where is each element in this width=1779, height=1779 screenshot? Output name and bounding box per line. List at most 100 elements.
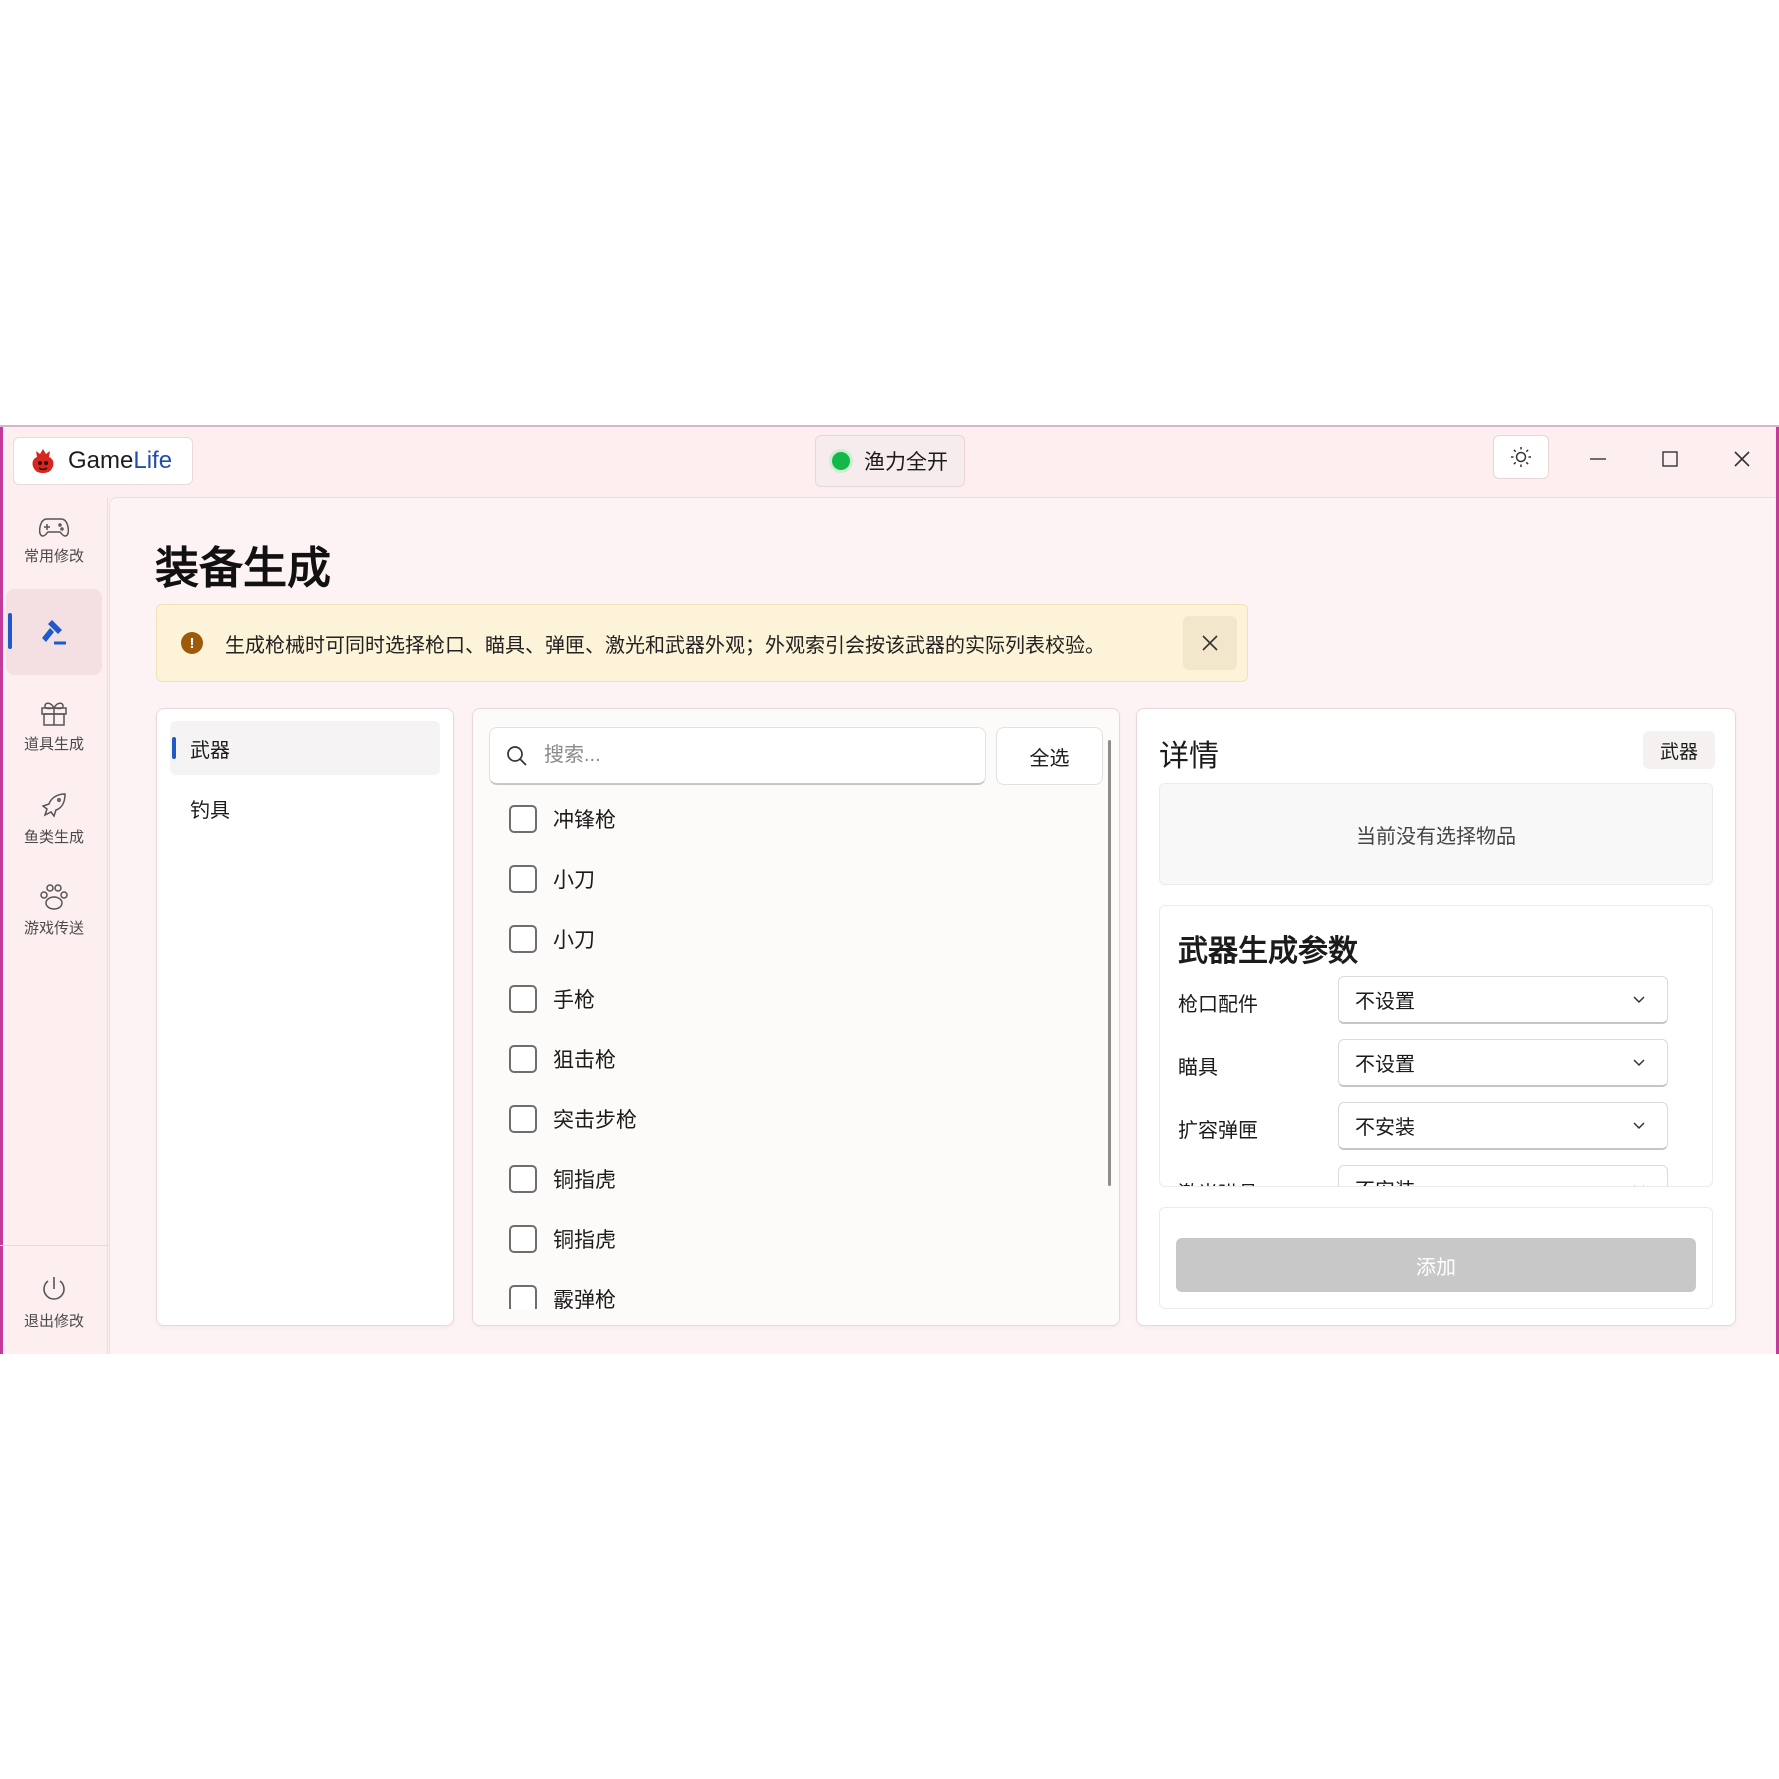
checkbox[interactable] xyxy=(509,1165,537,1193)
category-tag: 武器 xyxy=(1643,731,1715,769)
search-icon xyxy=(507,745,527,766)
status-label: 渔力全开 xyxy=(864,451,948,474)
weapon-params: 武器生成参数 枪口配件 不设置 瞄具 不设置 扩容弹匣 不安装 xyxy=(1159,905,1713,1187)
status-indicator[interactable]: 渔力全开 xyxy=(815,435,965,487)
item-label: 小刀 xyxy=(553,929,595,952)
power-icon xyxy=(43,1276,65,1300)
add-button[interactable]: 添加 xyxy=(1176,1238,1696,1292)
nav-rail: 常用修改 道具生成 鱼类生成 游戏传送 退出修改 xyxy=(0,497,108,1354)
item-list: 冲锋枪 小刀 小刀 手枪 狙击枪 突击步枪 铜指虎 铜指虎 霰弹枪 xyxy=(473,799,1113,1309)
nav-label: 鱼类生成 xyxy=(23,828,84,846)
list-scrollbar[interactable] xyxy=(1108,740,1111,1186)
alert-close-button[interactable] xyxy=(1183,616,1237,670)
magazine-select[interactable]: 不安装 xyxy=(1338,1102,1668,1150)
app-logo-icon xyxy=(32,449,54,473)
item-list-panel: 全选 冲锋枪 小刀 小刀 手枪 狙击枪 突击步枪 铜指虎 铜指虎 霰弹枪 xyxy=(472,708,1120,1326)
select-value: 不安装 xyxy=(1355,1174,1415,1186)
param-label: 扩容弹匣 xyxy=(1178,1120,1258,1142)
close-window-button[interactable] xyxy=(1714,439,1770,479)
gift-icon xyxy=(41,702,67,726)
checkbox[interactable] xyxy=(509,985,537,1013)
sun-icon xyxy=(1511,447,1531,467)
param-label: 瞄具 xyxy=(1178,1057,1218,1079)
main-content: 装备生成 ! 生成枪械时可同时选择枪口、瞄具、弹匣、激光和武器外观；外观索引会按… xyxy=(109,497,1779,1354)
param-label: 激光瞄具 xyxy=(1178,1177,1258,1186)
list-item[interactable]: 小刀 xyxy=(509,859,595,899)
checkbox[interactable] xyxy=(509,1105,537,1133)
exit-mod-button[interactable]: 退出修改 xyxy=(6,1259,102,1345)
item-label: 铜指虎 xyxy=(553,1229,616,1252)
gamepad-icon xyxy=(39,517,69,537)
item-label: 突击步枪 xyxy=(553,1109,637,1132)
param-row: 枪口配件 不设置 xyxy=(1178,976,1678,1026)
select-value: 不设置 xyxy=(1355,991,1415,1013)
item-label: 手枪 xyxy=(553,989,595,1012)
status-dot-icon xyxy=(832,452,850,470)
nav-item-teleport[interactable]: 游戏传送 xyxy=(6,867,102,953)
maximize-icon xyxy=(1662,451,1678,467)
category-fishing-gear[interactable]: 钓具 xyxy=(170,781,440,835)
detail-title: 详情 xyxy=(1159,740,1219,773)
list-item[interactable]: 手枪 xyxy=(509,979,595,1019)
chevron-down-icon xyxy=(1633,996,1645,1004)
param-row: 瞄具 不设置 xyxy=(1178,1039,1678,1089)
item-label: 铜指虎 xyxy=(553,1169,616,1192)
empty-selection: 当前没有选择物品 xyxy=(1159,783,1713,885)
select-all-button[interactable]: 全选 xyxy=(996,727,1103,785)
list-item[interactable]: 铜指虎 xyxy=(509,1159,616,1199)
nav-item-common[interactable]: 常用修改 xyxy=(6,497,102,583)
exit-label: 退出修改 xyxy=(23,1312,84,1330)
close-icon xyxy=(1202,635,1218,651)
detail-panel: 详情 武器 当前没有选择物品 武器生成参数 枪口配件 不设置 瞄具 不设置 扩容… xyxy=(1136,708,1736,1326)
chevron-down-icon xyxy=(1633,1122,1645,1130)
search-box[interactable] xyxy=(489,727,986,785)
alert-message: 生成枪械时可同时选择枪口、瞄具、弹匣、激光和武器外观；外观索引会按该武器的实际列… xyxy=(225,634,1105,657)
checkbox[interactable] xyxy=(509,925,537,953)
minimize-button[interactable] xyxy=(1570,439,1626,479)
warning-icon: ! xyxy=(181,632,203,654)
param-row: 扩容弹匣 不安装 xyxy=(1178,1102,1678,1152)
checkbox[interactable] xyxy=(509,805,537,833)
app-logo-badge: GameLife xyxy=(13,437,193,485)
nav-divider xyxy=(0,1245,108,1246)
chevron-down-icon xyxy=(1634,1185,1644,1186)
list-item[interactable]: 小刀 xyxy=(509,919,595,959)
maximize-button[interactable] xyxy=(1642,439,1698,479)
checkbox[interactable] xyxy=(509,865,537,893)
theme-toggle-button[interactable] xyxy=(1493,435,1549,479)
category-panel: 武器 钓具 xyxy=(156,708,454,1326)
minimize-icon xyxy=(1590,458,1606,460)
checkbox[interactable] xyxy=(509,1045,537,1073)
nav-label: 常用修改 xyxy=(23,547,84,565)
nav-item-items[interactable]: 道具生成 xyxy=(6,683,102,769)
checkbox[interactable] xyxy=(509,1285,537,1309)
close-icon xyxy=(1734,451,1750,467)
search-input[interactable] xyxy=(542,743,946,768)
app-name: GameLife xyxy=(68,447,173,474)
muzzle-select[interactable]: 不设置 xyxy=(1338,976,1668,1024)
select-value: 不设置 xyxy=(1355,1054,1415,1076)
category-weapons[interactable]: 武器 xyxy=(170,721,440,775)
nav-item-fish[interactable]: 鱼类生成 xyxy=(6,775,102,861)
add-section: 添加 xyxy=(1159,1207,1713,1309)
list-item[interactable]: 冲锋枪 xyxy=(509,799,616,839)
list-item[interactable]: 霰弹枪 xyxy=(509,1279,616,1309)
info-alert: ! 生成枪械时可同时选择枪口、瞄具、弹匣、激光和武器外观；外观索引会按该武器的实… xyxy=(156,604,1248,682)
select-value: 不安装 xyxy=(1355,1117,1415,1139)
page-title: 装备生成 xyxy=(155,544,331,593)
fish-icon xyxy=(41,792,66,818)
laser-select[interactable]: 不安装 xyxy=(1338,1165,1668,1186)
nav-item-equipment[interactable] xyxy=(6,589,102,675)
list-item[interactable]: 铜指虎 xyxy=(509,1219,616,1259)
param-row: 激光瞄具 不安装 xyxy=(1178,1165,1678,1186)
params-title: 武器生成参数 xyxy=(1178,935,1358,968)
list-item[interactable]: 狙击枪 xyxy=(509,1039,616,1079)
scope-select[interactable]: 不设置 xyxy=(1338,1039,1668,1087)
item-label: 霰弹枪 xyxy=(553,1289,616,1309)
nav-label: 道具生成 xyxy=(23,735,84,753)
paw-icon xyxy=(40,883,68,910)
list-item[interactable]: 突击步枪 xyxy=(509,1099,637,1139)
item-label: 小刀 xyxy=(553,869,595,892)
nav-label: 游戏传送 xyxy=(23,919,84,937)
checkbox[interactable] xyxy=(509,1225,537,1253)
